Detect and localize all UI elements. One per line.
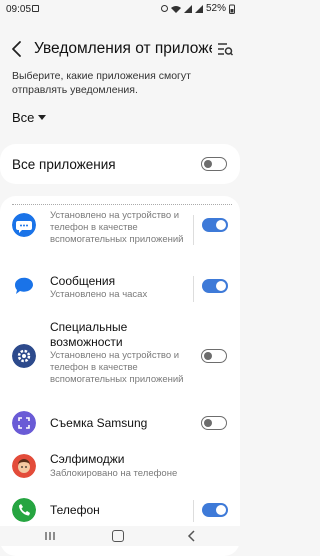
accessibility-gear-icon [12, 344, 36, 368]
messages-icon [14, 277, 33, 294]
system-nav-bar [0, 526, 240, 546]
wifi-icon [170, 5, 181, 13]
app-status: Установлено на устройство и телефон в ка… [50, 350, 184, 385]
battery-percent: 52% [205, 3, 226, 14]
app-toggle-messages[interactable] [202, 279, 228, 293]
app-row-capture[interactable]: Съемка Samsung [0, 411, 240, 437]
app-status: Заблокировано на телефоне [50, 468, 178, 479]
app-name: Съемка Samsung [50, 416, 148, 430]
app-row-messages[interactable]: Сообщения Установлено на часах [0, 274, 240, 304]
status-bar: 09:05 52% [0, 0, 240, 20]
app-name: Сэлфимоджи [50, 452, 125, 466]
phone-icon [12, 498, 36, 522]
back-arrow-icon[interactable] [8, 40, 26, 58]
message-bubble-icon [12, 213, 36, 237]
app-row-selfiemoji[interactable]: Сэлфимоджи Заблокировано на телефоне [0, 452, 240, 482]
scroll-indicator [12, 204, 232, 205]
filter-dropdown[interactable]: Все [12, 110, 47, 125]
signal-icon-2 [194, 4, 203, 13]
app-status: Установлено на часах [50, 289, 148, 300]
separator [193, 500, 194, 522]
separator [193, 215, 194, 245]
separator [193, 276, 194, 302]
page-description: Выберите, какие приложения смогут отправ… [12, 70, 191, 96]
battery-icon [229, 4, 235, 14]
app-row-phone[interactable]: Телефон [0, 498, 240, 524]
dropdown-arrow-icon [38, 115, 47, 120]
app-name: Сообщения [50, 274, 116, 288]
status-right: 52% [160, 3, 235, 14]
filter-value: Все [12, 110, 35, 125]
recent-apps-icon[interactable] [44, 531, 56, 541]
app-status: Установлено на устройство и телефон в ка… [50, 210, 184, 245]
app-row-accessibility[interactable]: Специальные возможности Установлено на у… [0, 320, 240, 385]
app-toggle-phone[interactable] [202, 503, 228, 517]
app-row-1[interactable]: Установлено на устройство и телефон в ка… [0, 210, 240, 262]
app-toggle-accessibility[interactable] [201, 349, 227, 363]
all-apps-card[interactable]: Все приложения [0, 144, 240, 184]
status-notification-icons [32, 5, 39, 12]
app-name: Телефон [50, 503, 100, 517]
all-apps-toggle[interactable] [201, 157, 227, 171]
home-icon[interactable] [112, 530, 124, 542]
screen-capture-icon [12, 411, 36, 435]
gallery-icon [32, 5, 39, 12]
page-title: Уведомления от приложений [34, 40, 212, 57]
signal-icon [183, 4, 192, 13]
app-bar: Уведомления от приложений [0, 32, 240, 66]
app-toggle-capture[interactable] [201, 416, 227, 430]
app-name: Специальные возможности [50, 320, 128, 349]
selfiemoji-icon [12, 454, 36, 478]
app-toggle-1[interactable] [202, 218, 228, 232]
nav-back-icon[interactable] [186, 529, 196, 543]
list-search-icon[interactable] [216, 40, 234, 58]
all-apps-label: Все приложения [12, 157, 116, 172]
alarm-icon [160, 5, 168, 12]
status-time: 09:05 [6, 4, 32, 15]
